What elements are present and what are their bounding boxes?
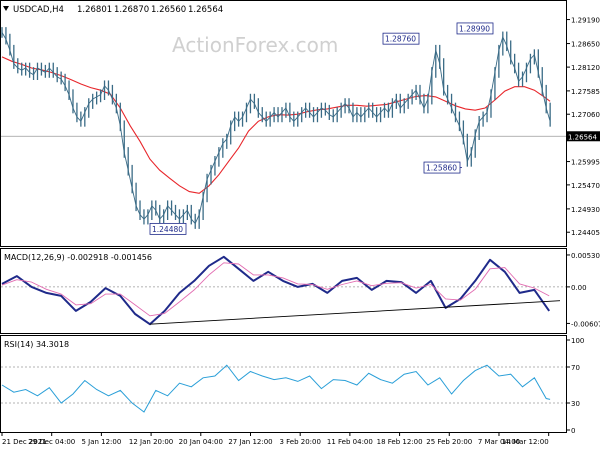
macd-header: MACD(12,26,9) -0.002918 -0.001456 bbox=[4, 253, 152, 262]
x-tick-label: 3 Feb 20:00 bbox=[279, 438, 320, 446]
price-tick-label: 1.24405 bbox=[571, 229, 600, 237]
x-tick-label: 25 Feb 20:00 bbox=[426, 438, 472, 446]
x-tick-label: 20 Jan 04:00 bbox=[179, 438, 223, 446]
x-axis: 21 Dec 202129 Dec 04:00 5 Jan 12:00 12 Jan… bbox=[1, 432, 550, 446]
rsi-header: RSI(14) 34.3018 bbox=[4, 340, 69, 349]
price-annotation: 1.28990 bbox=[456, 22, 494, 35]
rsi-tick-label: 30 bbox=[571, 400, 580, 408]
rsi-tick-label: 0 bbox=[571, 427, 575, 435]
price-tick-label: 1.24930 bbox=[571, 206, 600, 214]
x-tick-label: 5 Jan 12:00 bbox=[81, 438, 121, 446]
watermark: ActionForex.com bbox=[172, 33, 338, 57]
rsi-tick-label: 100 bbox=[571, 337, 584, 345]
forex-chart: ActionForex.com USDCAD,H4 1.26801 1.2687… bbox=[0, 0, 600, 446]
x-tick-label: 29 Dec 04:00 bbox=[28, 438, 75, 446]
annotation-label: 1.28760 bbox=[385, 35, 416, 44]
macd-tick-label: 0.00 bbox=[571, 284, 587, 292]
annotation-label: 1.24480 bbox=[152, 225, 183, 234]
price-tick-label: 1.27585 bbox=[571, 88, 600, 96]
macd-tick-label: -0.006074 bbox=[571, 320, 600, 328]
high-value: 1.26870 bbox=[114, 5, 149, 15]
close-value: 1.26564 bbox=[188, 5, 223, 15]
symbol-label: USDCAD,H4 bbox=[13, 5, 64, 15]
price-tick-label: 1.27060 bbox=[571, 111, 600, 119]
x-tick-label: 12 Jan 20:00 bbox=[129, 438, 173, 446]
low-value: 1.26560 bbox=[151, 5, 186, 15]
price-tick-label: 1.28120 bbox=[571, 64, 600, 72]
price-annotation: 1.25860 bbox=[423, 161, 462, 174]
annotation-label: 1.25860 bbox=[426, 164, 457, 173]
x-tick-label: 27 Jan 12:00 bbox=[228, 438, 272, 446]
price-header: USDCAD,H4 1.26801 1.26870 1.26560 1.2656… bbox=[3, 5, 223, 15]
x-tick-label: 11 Feb 04:00 bbox=[327, 438, 373, 446]
price-annotation: 1.24480 bbox=[149, 222, 187, 235]
price-tick-label: 1.25470 bbox=[571, 182, 600, 190]
x-tick-label: 14 Mar 12:00 bbox=[502, 438, 549, 446]
last-price-label: 1.26564 bbox=[568, 133, 597, 141]
price-tick-label: 1.29190 bbox=[571, 17, 600, 25]
open-value: 1.26801 bbox=[77, 5, 112, 15]
price-tick-label: 1.25995 bbox=[571, 159, 600, 167]
rsi-panel-frame bbox=[0, 335, 567, 433]
price-tick-label: 1.28650 bbox=[571, 41, 600, 49]
annotation-label: 1.28990 bbox=[459, 24, 490, 33]
x-tick-label: 18 Feb 12:00 bbox=[377, 438, 423, 446]
price-annotation: 1.28760 bbox=[382, 32, 420, 45]
rsi-tick-label: 70 bbox=[571, 364, 580, 372]
macd-tick-label: 0.005307 bbox=[571, 252, 600, 260]
